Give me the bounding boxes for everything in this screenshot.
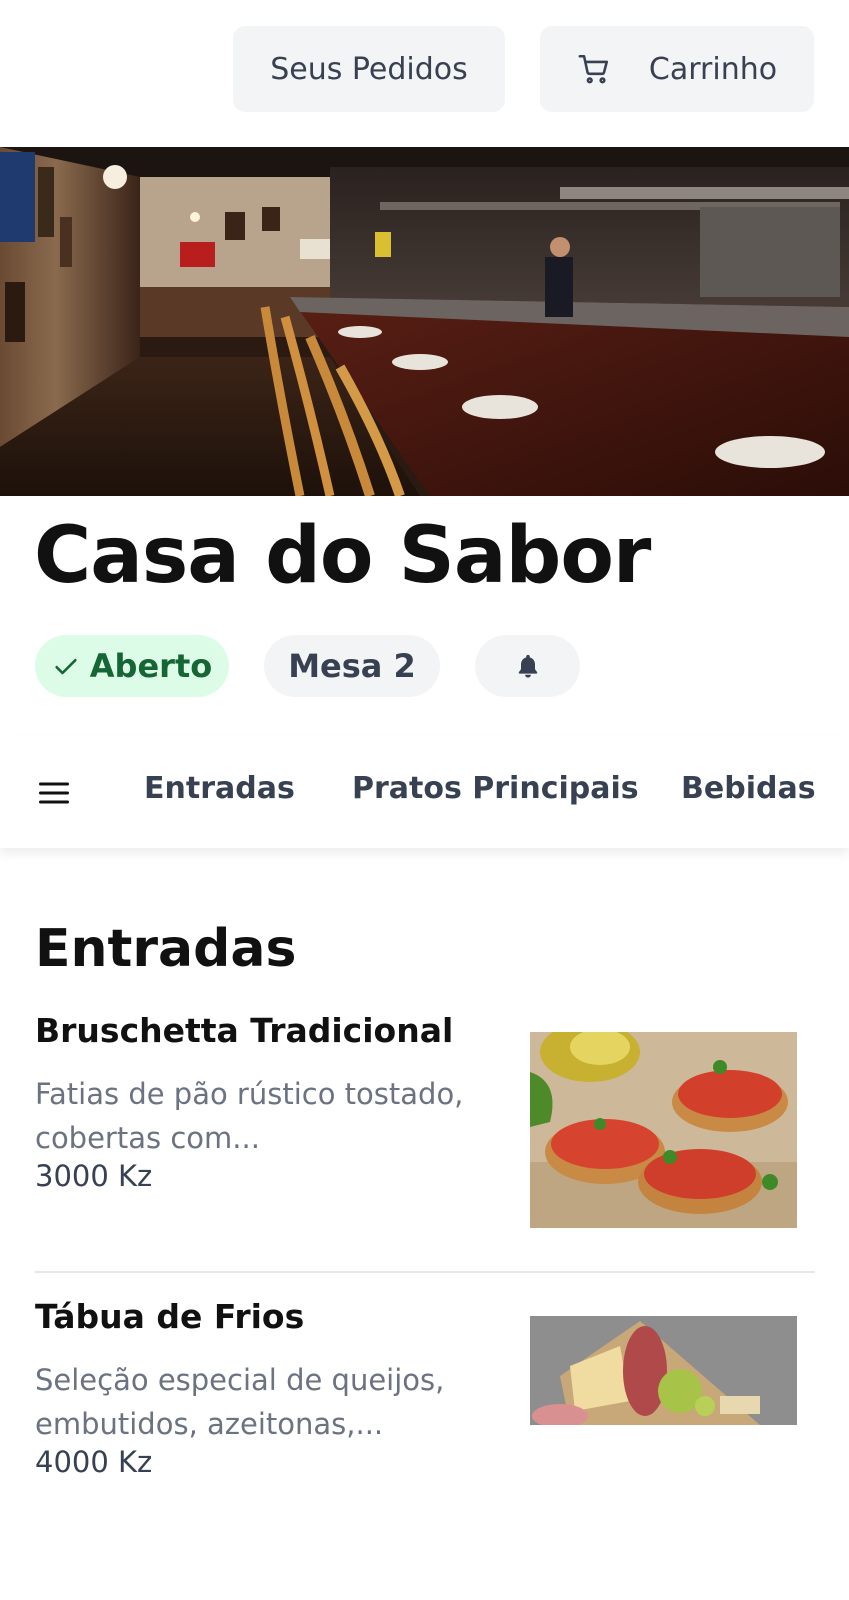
menu-item-image [530,1316,797,1425]
your-orders-label: Seus Pedidos [270,51,468,87]
menu-item-description: Seleção especial de queijos, embutidos, … [35,1363,445,1441]
open-status-label: Aberto [89,647,213,685]
open-status-badge: Aberto [35,635,229,697]
table-number-badge: Mesa 2 [264,635,440,697]
menu-item-price: 4000 Kz [35,1445,153,1479]
category-nav: Entradas Pratos Principais Bebidas [0,737,849,848]
top-bar: Seus Pedidos Carrinho [0,0,849,147]
menu-item[interactable]: Bruschetta Tradicional Fatias de pão rús… [35,1010,815,1273]
check-icon [52,652,80,680]
cart-button[interactable]: Carrinho [540,26,814,112]
call-waiter-button[interactable] [475,635,580,697]
cart-label: Carrinho [648,51,778,87]
tab-pratos-principais[interactable]: Pratos Principais [352,766,639,811]
menu-item-name: Bruschetta Tradicional [35,1011,454,1050]
section-title: Entradas [35,919,297,979]
hamburger-menu-icon[interactable] [36,775,72,811]
restaurant-hero-image [0,147,849,496]
menu-item-description: Fatias de pão rústico tostado, cobertas … [35,1077,464,1155]
table-number-label: Mesa 2 [288,647,416,685]
your-orders-button[interactable]: Seus Pedidos [233,26,505,112]
cart-icon [577,52,611,86]
menu-item[interactable]: Tábua de Frios Seleção especial de queij… [35,1296,815,1496]
menu-item-price: 3000 Kz [35,1159,153,1193]
menu-item-image [530,1032,797,1228]
tab-entradas[interactable]: Entradas [144,766,295,811]
menu-item-name: Tábua de Frios [35,1297,305,1336]
restaurant-name: Casa do Sabor [34,511,651,601]
bell-icon [514,652,542,680]
tab-bebidas[interactable]: Bebidas [681,766,816,811]
